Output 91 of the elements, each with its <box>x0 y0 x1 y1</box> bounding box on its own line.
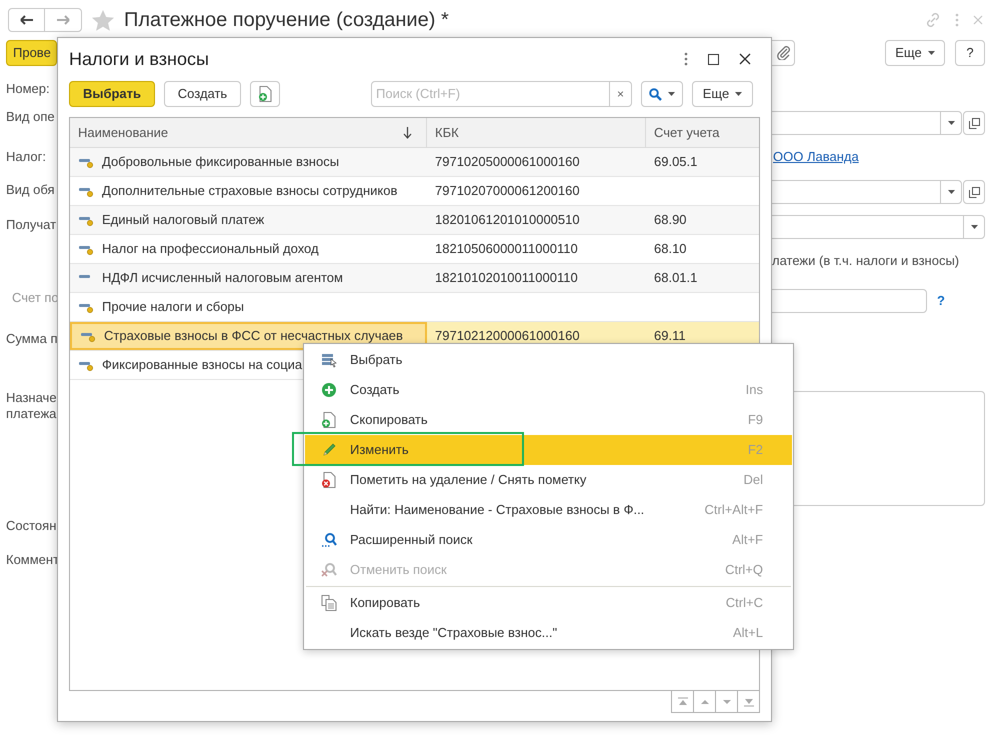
table-cell-text: 18201061201010000510 <box>435 211 580 230</box>
menu-item[interactable]: Расширенный поиск Alt+F <box>305 525 792 555</box>
field-label: Номер: <box>6 81 51 97</box>
field-label: Налог: <box>6 149 47 165</box>
create-button[interactable]: Создать <box>164 81 241 107</box>
search-button[interactable] <box>641 81 683 107</box>
open-button[interactable] <box>963 180 985 204</box>
plus-circle-icon <box>321 382 337 398</box>
menu-item[interactable]: Изменить F2 <box>305 435 792 465</box>
paperclip-icon <box>777 46 791 60</box>
document-plus-icon <box>258 86 272 102</box>
table-cell-text: 79710212000061000160 <box>435 327 580 346</box>
table-cell-text: 79710207000061200160 <box>435 182 580 200</box>
table-cell-text: Добровольные фиксированные взносы <box>102 153 340 172</box>
back-arrow-icon <box>20 15 34 25</box>
column-header[interactable]: КБК <box>427 118 646 147</box>
search-cross-icon <box>321 562 337 578</box>
table-cell-text: НДФЛ исчисленный налоговым агентом <box>102 269 343 288</box>
menu-item[interactable]: Копировать Ctrl+C <box>305 588 792 618</box>
open-window-icon <box>968 118 980 128</box>
link[interactable]: ООО Лаванда <box>773 149 859 164</box>
table-cell-text: 68.90 <box>654 211 687 230</box>
search-icon <box>649 88 662 100</box>
more-button[interactable]: Еще <box>692 81 753 107</box>
field-label: Назначе платежа <box>6 390 57 422</box>
field-label: Вид опе <box>6 109 56 125</box>
choose-button[interactable]: Выбрать <box>69 81 155 107</box>
more-icon[interactable] <box>684 52 688 66</box>
pencil-icon <box>321 442 337 458</box>
table-cell-text: 68.10 <box>654 240 687 258</box>
table-cell-text: 79710205000061000160 <box>435 153 580 172</box>
table-row[interactable]: Единый налоговый платеж 18201061201010000510 68.90 <box>70 206 759 235</box>
menu-item[interactable]: Создать Ins <box>305 375 792 405</box>
menu-item[interactable]: Искать везде "Страховые взнос..." Alt+L <box>305 618 792 648</box>
field-label: Коммент <box>6 552 57 568</box>
table-cell-text: 69.05.1 <box>654 153 698 172</box>
column-header[interactable]: Наименование <box>70 118 427 147</box>
document-cross-icon <box>321 472 337 488</box>
more-button[interactable]: Еще <box>885 40 945 66</box>
documents-icon <box>321 595 337 611</box>
field-label: Получат <box>6 217 57 233</box>
table-cell-text: 69.11 <box>654 327 686 346</box>
document-plus-icon <box>321 412 337 428</box>
dialog-title: Налоги и взносы <box>69 48 209 70</box>
copy-button[interactable] <box>250 81 280 107</box>
table-cell-text: Страховые взносы в ФСС от несчастных случаев <box>104 327 403 346</box>
table-cell-text: Прочие налоги и сборы <box>102 298 244 316</box>
clear-button[interactable]: × <box>609 82 631 106</box>
help-link[interactable]: ? <box>937 291 945 311</box>
field-label: латежи (в т.ч. налоги и взносы) <box>772 253 960 268</box>
table-cell-text: Единый налоговый платеж <box>102 211 264 230</box>
caret-icon <box>668 92 675 96</box>
caret-icon <box>735 92 742 96</box>
open-button[interactable] <box>963 111 985 135</box>
close-icon[interactable] <box>739 53 751 65</box>
scroll-top-button[interactable] <box>671 691 694 713</box>
column-header[interactable]: Счет учета <box>646 118 759 147</box>
field-label: Состоян <box>6 518 57 534</box>
maximize-icon[interactable] <box>708 54 719 64</box>
scroll-bottom-button[interactable] <box>737 691 760 713</box>
post-button[interactable]: Прове <box>6 40 57 66</box>
search-icon <box>321 532 337 548</box>
triangle-icon <box>676 696 688 706</box>
table-cell-text: Фиксированные взносы на социа <box>102 356 302 374</box>
sort-down-icon <box>403 126 412 138</box>
table-row[interactable]: Добровольные фиксированные взносы 79710205000061000160 69.05.1 <box>70 148 759 177</box>
menu-item[interactable]: Пометить на удаление / Снять пометку Del <box>305 465 792 495</box>
star-icon[interactable] <box>92 10 114 30</box>
table-cell-text: 18210102010011000110 <box>435 269 578 288</box>
table-cell-text: Налог на профессиональный доход <box>102 240 319 258</box>
link-icon[interactable] <box>925 12 941 28</box>
list-icon <box>321 352 337 368</box>
form-title: Платежное поручение (создание) * <box>124 8 449 33</box>
menu-item[interactable]: Найти: Наименование - Страховые взносы в Ф... Ctrl+Alt+F <box>305 495 792 525</box>
caret-icon <box>970 225 978 229</box>
help-button[interactable]: ? <box>955 40 985 66</box>
field-label: Вид обя <box>6 182 56 198</box>
field-label: Сумма п <box>6 331 57 347</box>
caret-icon <box>948 190 954 194</box>
caret-icon <box>928 51 935 55</box>
search-field[interactable]: Поиск (Ctrl+F) × <box>371 81 632 107</box>
open-window-icon <box>968 186 980 198</box>
table-cell-text: 68.01.1 <box>654 269 698 288</box>
table-row[interactable]: НДФЛ исчисленный налоговым агентом 18210102010011000110 68.01.1 <box>70 264 759 293</box>
navigation-button-group[interactable] <box>8 8 82 32</box>
menu-item[interactable]: Скопировать F9 <box>305 405 792 435</box>
forward-arrow-icon <box>56 15 70 25</box>
triangle-icon <box>742 696 754 706</box>
caret-icon <box>948 121 954 125</box>
table-cell-text: Дополнительные страховые взносы сотрудников <box>102 182 398 200</box>
table-cell-text: 18210506000011000110 <box>435 240 578 258</box>
